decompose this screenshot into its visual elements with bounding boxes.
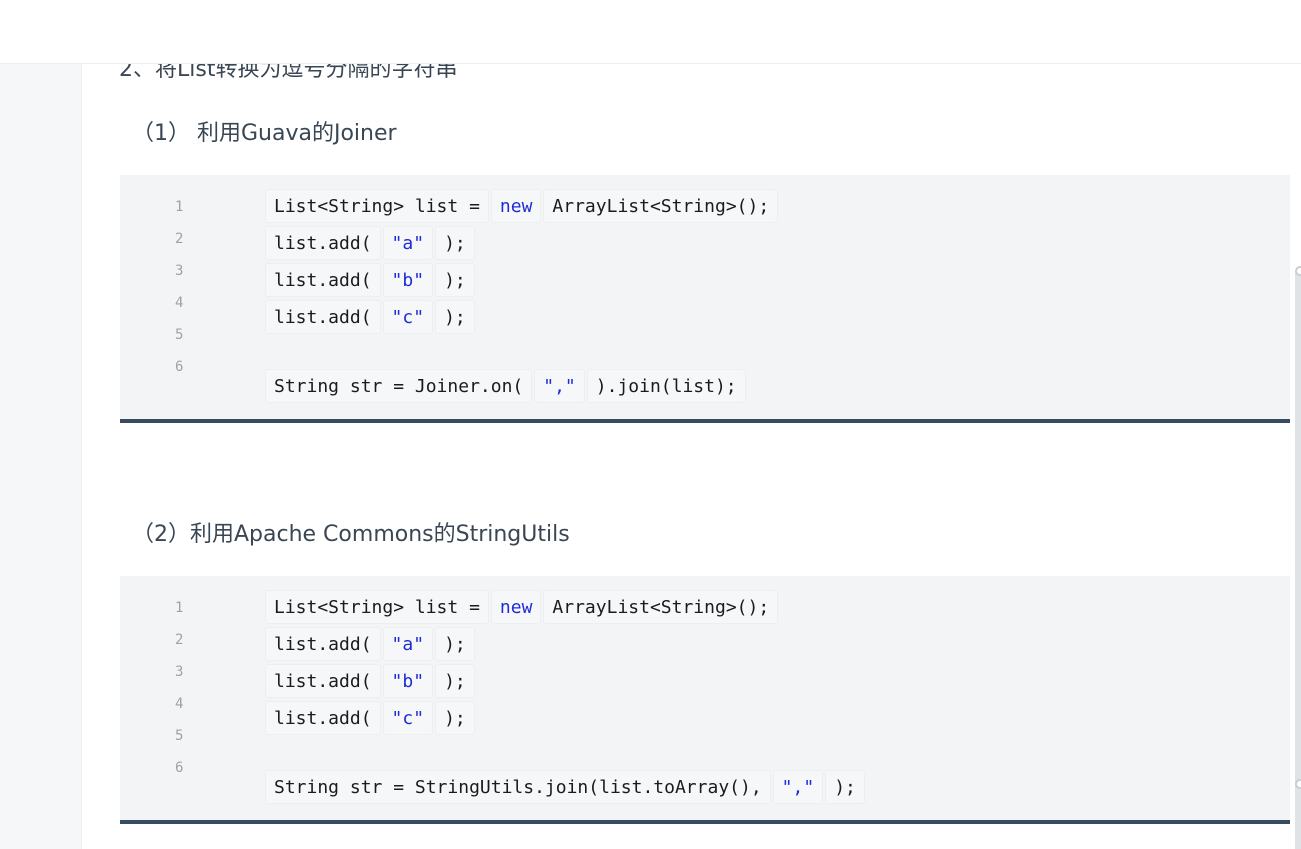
line-number: 2 bbox=[175, 632, 184, 648]
code-string: "," bbox=[534, 369, 585, 403]
code-token: String str = Joiner.on( bbox=[265, 369, 533, 403]
code-token: ArrayList<String>(); bbox=[543, 189, 779, 223]
code-token: list.add( bbox=[265, 664, 381, 698]
code-string: "a" bbox=[382, 226, 434, 260]
article-content: 2、将List转换为逗号分隔的字符串 （1） 利用Guava的Joiner 1 … bbox=[82, 63, 1301, 849]
code-token: list.add( bbox=[265, 263, 381, 297]
line-number: 4 bbox=[175, 295, 184, 311]
code-token: list.add( bbox=[265, 226, 381, 260]
example-2-heading: （2）利用Apache Commons的StringUtils bbox=[132, 522, 570, 547]
code-token: ); bbox=[435, 701, 475, 735]
code-token: String str = StringUtils.join(list.toArr… bbox=[265, 770, 771, 804]
code-token: ); bbox=[825, 770, 865, 804]
line-number: 5 bbox=[175, 728, 184, 744]
code-keyword: new bbox=[490, 590, 542, 624]
code-token: List<String> list = bbox=[265, 590, 489, 624]
code-line: list.add("c"); bbox=[265, 300, 477, 334]
code-token: ); bbox=[435, 627, 475, 661]
code-line: list.add("a"); bbox=[265, 226, 477, 260]
code-line: list.add("b"); bbox=[265, 263, 477, 297]
code-string: "b" bbox=[382, 664, 434, 698]
line-number: 4 bbox=[175, 696, 184, 712]
code-string: "c" bbox=[382, 300, 434, 334]
code-block-2: 1 2 3 4 5 6 List<String> list = new Array… bbox=[120, 576, 1290, 824]
line-number: 6 bbox=[175, 760, 184, 776]
line-number: 1 bbox=[175, 199, 184, 215]
code-keyword: new bbox=[490, 189, 542, 223]
line-number: 3 bbox=[175, 664, 184, 680]
code-line: List<String> list = new ArrayList<String>… bbox=[265, 189, 780, 223]
section-heading: 2、将List转换为逗号分隔的字符串 bbox=[119, 63, 458, 82]
code-string: "," bbox=[772, 770, 824, 804]
code-line: list.add("a"); bbox=[265, 627, 477, 661]
code-token: ArrayList<String>(); bbox=[543, 590, 779, 624]
line-number: 6 bbox=[175, 359, 184, 375]
code-token: ); bbox=[435, 300, 475, 334]
line-number: 5 bbox=[175, 327, 184, 343]
code-line: String str = StringUtils.join(list.toArr… bbox=[265, 770, 867, 804]
code-token: ); bbox=[435, 226, 475, 260]
scrollbar-track[interactable] bbox=[1295, 271, 1301, 849]
code-token: list.add( bbox=[265, 300, 381, 334]
code-block-1: 1 2 3 4 5 6 List<String> list = new Array… bbox=[120, 175, 1290, 423]
line-numbers: 1 2 3 4 5 6 bbox=[120, 175, 220, 419]
code-token: List<String> list = bbox=[265, 189, 489, 223]
code-token: ); bbox=[435, 664, 475, 698]
line-number: 3 bbox=[175, 263, 184, 279]
scrollbar-handle[interactable] bbox=[1295, 779, 1301, 789]
code-line: String str = Joiner.on(",").join(list); bbox=[265, 369, 748, 403]
code-token: list.add( bbox=[265, 701, 381, 735]
top-bar bbox=[0, 0, 1301, 64]
code-line: List<String> list = new ArrayList<String>… bbox=[265, 590, 780, 624]
code-string: "b" bbox=[382, 263, 434, 297]
code-token: ); bbox=[435, 263, 475, 297]
code-line: list.add("b"); bbox=[265, 664, 477, 698]
line-number: 1 bbox=[175, 600, 184, 616]
example-1-heading: （1） 利用Guava的Joiner bbox=[132, 121, 397, 146]
line-numbers: 1 2 3 4 5 6 bbox=[120, 576, 220, 820]
line-number: 2 bbox=[175, 231, 184, 247]
code-string: "c" bbox=[382, 701, 434, 735]
code-token: ).join(list); bbox=[586, 369, 746, 403]
code-line: list.add("c"); bbox=[265, 701, 477, 735]
scrollbar-handle[interactable] bbox=[1295, 266, 1301, 276]
left-sidebar bbox=[0, 63, 82, 849]
code-token: list.add( bbox=[265, 627, 381, 661]
code-string: "a" bbox=[382, 627, 434, 661]
